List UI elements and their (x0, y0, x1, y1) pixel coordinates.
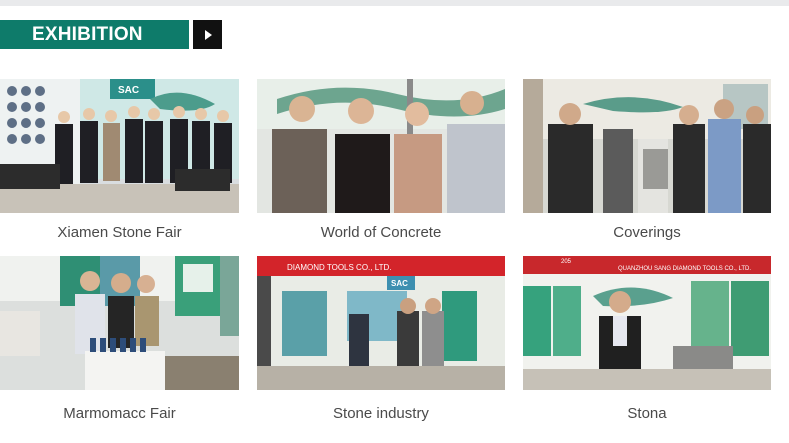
exhibition-photo (523, 79, 771, 213)
exhibition-photo: DIAMOND TOOLS CO., LTD. SAC (257, 256, 505, 390)
exhibition-card-stona[interactable]: 205 QUANZHOU SANG DIAMOND TOOLS CO., LTD… (523, 256, 771, 426)
exhibition-card-stone-industry[interactable]: DIAMOND TOOLS CO., LTD. SAC Stone indust… (257, 256, 505, 426)
exhibition-card-xiamen[interactable]: SAC Xiamen Stone Fair (0, 79, 239, 245)
exhibition-card-marmomacc[interactable]: Marmomacc Fair (0, 256, 239, 426)
exhibition-photo: SAC (0, 79, 239, 213)
booth-sign: SAC (391, 279, 408, 288)
play-arrow-icon (204, 29, 212, 40)
booth-sign: SAC (118, 85, 139, 96)
more-button[interactable] (193, 20, 222, 49)
exhibition-caption: World of Concrete (320, 224, 442, 241)
exhibition-photo (0, 256, 239, 390)
exhibition-card-world-of-concrete[interactable]: World of Concrete (257, 79, 505, 245)
exhibition-photo (257, 79, 505, 213)
exhibition-caption: Coverings (613, 224, 681, 241)
top-divider (0, 0, 789, 6)
exhibition-caption: Stona (627, 405, 667, 422)
exhibition-caption: Stone industry (333, 405, 429, 422)
exhibition-photo: 205 QUANZHOU SANG DIAMOND TOOLS CO., LTD… (523, 256, 771, 390)
exhibition-caption: Xiamen Stone Fair (57, 224, 182, 241)
section-title: EXHIBITION (0, 20, 189, 49)
exhibition-card-coverings[interactable]: Coverings (523, 79, 771, 245)
booth-banner: QUANZHOU SANG DIAMOND TOOLS CO., LTD. (618, 266, 751, 272)
booth-number: 205 (561, 259, 572, 265)
booth-banner: DIAMOND TOOLS CO., LTD. (287, 263, 391, 272)
exhibition-caption: Marmomacc Fair (63, 405, 176, 422)
